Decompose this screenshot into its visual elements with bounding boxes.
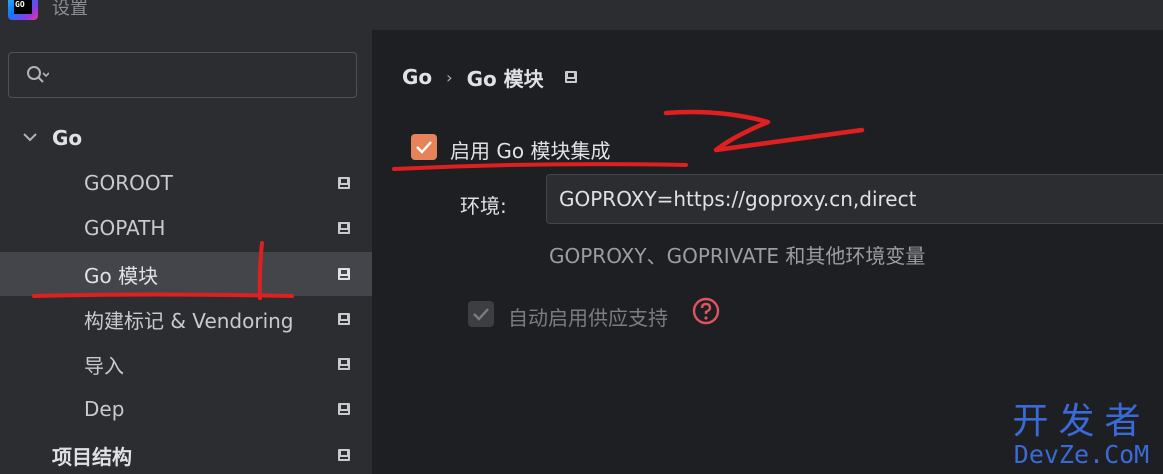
settings-search[interactable] [8, 52, 357, 98]
chevron-down-icon [23, 133, 37, 142]
environment-hint: GOPROXY、GOPRIVATE 和其他环境变量 [549, 244, 926, 268]
search-icon [27, 66, 49, 83]
breadcrumb-parent[interactable]: Go [402, 65, 432, 89]
project-scope-icon [564, 71, 577, 83]
project-scope-icon [338, 358, 350, 370]
sidebar-item-label: 项目结构 [52, 444, 132, 469]
goland-logo-icon: GO [8, 0, 38, 20]
project-scope-icon [338, 268, 350, 280]
watermark-line-1: 开发者 [1012, 401, 1151, 442]
auto-vendoring-label[interactable]: 自动启用供应支持 [508, 302, 668, 331]
environment-label: 环境: [460, 194, 507, 218]
sidebar-item-dep[interactable]: Dep [0, 387, 372, 431]
watermark-line-2: DevZe.CoM [1013, 440, 1150, 469]
sidebar-item-label: Go 模块 [84, 263, 159, 288]
checkmark-icon [416, 141, 432, 154]
sidebar-item-imports[interactable]: 导入 [0, 342, 372, 386]
project-scope-icon [338, 449, 350, 461]
project-scope-icon [338, 222, 350, 234]
sidebar-item-label: Dep [84, 397, 125, 421]
breadcrumb-current: Go 模块 [466, 66, 544, 91]
sidebar-item-label: GOPATH [84, 216, 166, 240]
environment-input[interactable]: GOPROXY=https://goproxy.cn,direct [546, 174, 1163, 224]
project-scope-icon [338, 403, 350, 415]
breadcrumb: Go › Go 模块 [402, 63, 578, 91]
window-title: 设置 [52, 0, 88, 19]
watermark-logo: 开发者 DevZe.CoM [1004, 401, 1159, 469]
sidebar-item-label: 导入 [84, 353, 124, 378]
breadcrumb-separator: › [446, 67, 453, 87]
sidebar-item-build-tags[interactable]: 构建标记 & Vendoring [0, 297, 372, 341]
sidebar-item-goroot[interactable]: GOROOT [0, 161, 372, 205]
sidebar-item-project-structure[interactable]: 项目结构 [0, 433, 372, 474]
project-scope-icon [338, 177, 350, 189]
sidebar-item-gopath[interactable]: GOPATH [0, 206, 372, 250]
help-icon[interactable] [692, 297, 720, 325]
sidebar-group-go[interactable]: Go [0, 116, 372, 160]
sidebar-item-go-modules[interactable]: Go 模块 [0, 252, 372, 296]
sidebar-group-label: Go [52, 126, 83, 150]
checkmark-icon [473, 308, 489, 321]
title-bar: GO 设置 [0, 0, 1163, 30]
enable-go-modules-label[interactable]: 启用 Go 模块集成 [450, 135, 610, 164]
settings-sidebar: Go GOROOT GOPATH Go 模块 构建标记 & Vendoring [0, 30, 372, 474]
sidebar-item-label: GOROOT [84, 171, 173, 195]
project-scope-icon [338, 313, 350, 325]
logo-text: GO [14, 0, 32, 14]
sidebar-item-label: 构建标记 & Vendoring [84, 308, 294, 333]
search-input[interactable] [61, 61, 351, 89]
enable-go-modules-checkbox[interactable] [411, 134, 437, 160]
auto-vendoring-checkbox[interactable] [468, 301, 494, 327]
